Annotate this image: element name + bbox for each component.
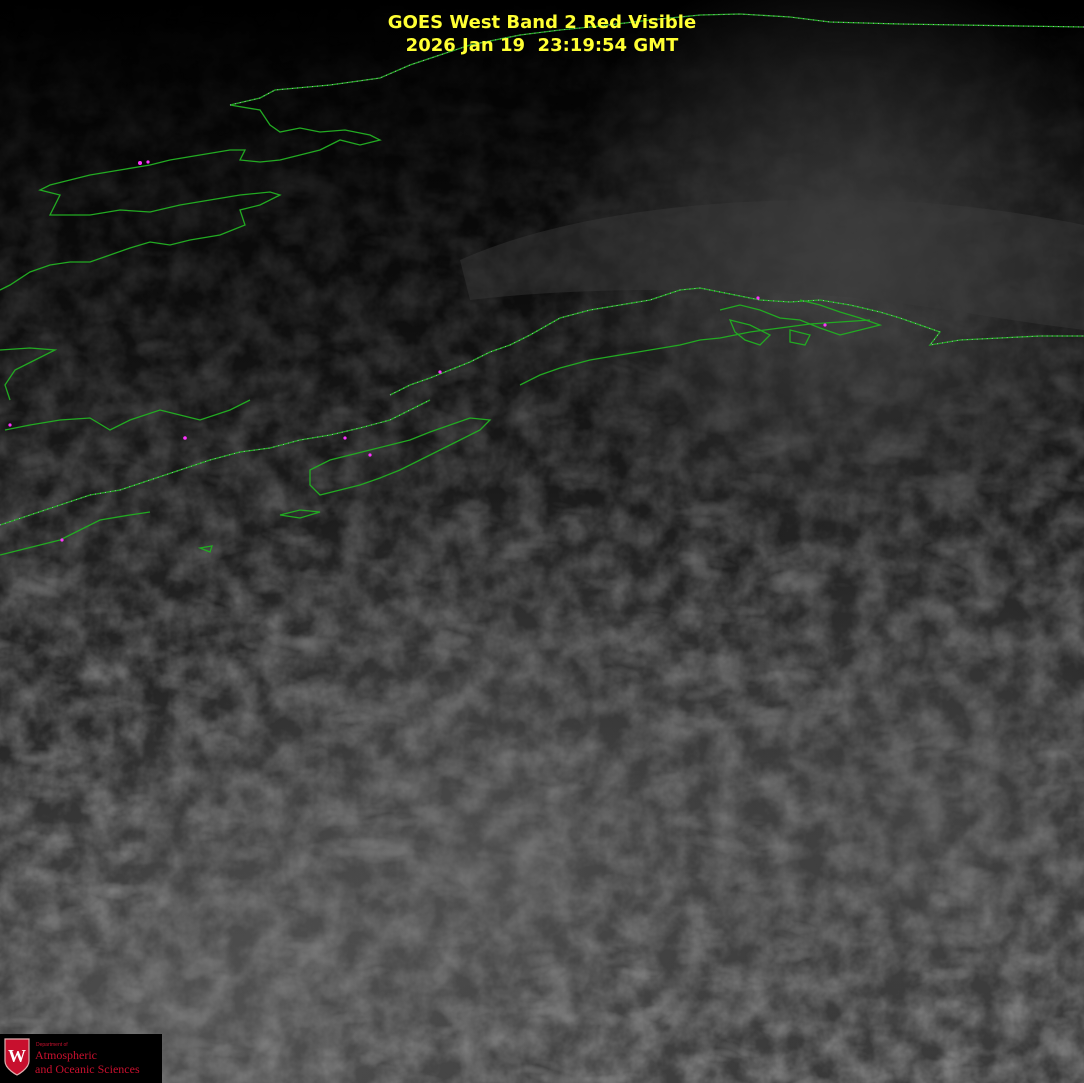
image-title: GOES West Band 2 Red Visible [387,12,697,33]
city-marker [146,160,150,164]
city-marker [183,436,187,440]
uw-crest-icon: W [4,1038,30,1076]
uw-aos-logo: W Department of Atmospheric and Oceanic … [0,1034,162,1083]
satellite-image [0,0,1084,1083]
logo-line-1: Atmospheric [35,1048,97,1062]
city-marker [60,538,64,542]
city-marker [368,453,372,457]
city-marker [343,436,347,440]
image-timestamp: 2026 Jan 19 23:19:54 GMT [405,35,679,56]
city-marker [756,296,760,300]
logo-line-2: and Oceanic Sciences [35,1062,140,1076]
city-marker [8,423,12,427]
city-marker [438,370,442,374]
crest-letter: W [8,1046,26,1066]
city-marker [138,161,142,165]
city-marker [823,323,827,327]
